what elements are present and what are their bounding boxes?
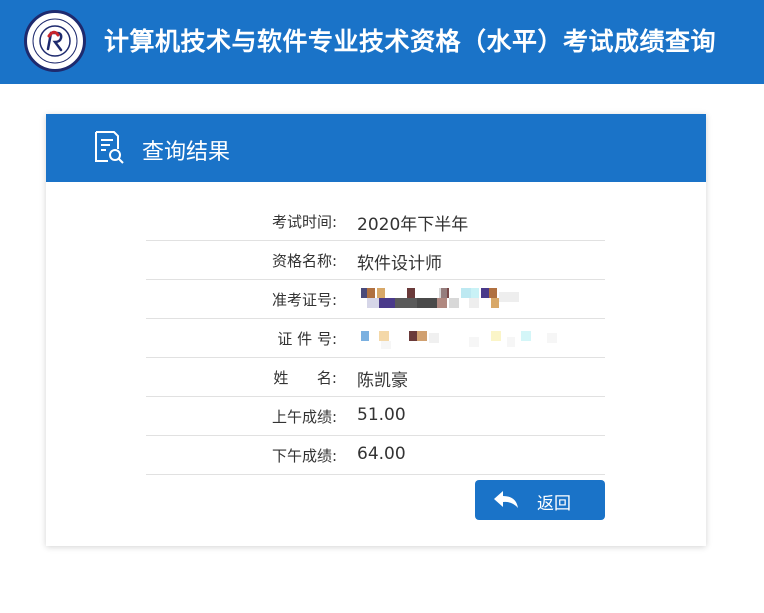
row-label: 准考证号:: [271, 291, 337, 309]
top-banner: 计算机技术与软件专业技术资格（水平）考试成绩查询: [0, 0, 764, 84]
back-arrow-icon: [493, 490, 519, 514]
row-label: 证 件 号:: [277, 330, 337, 348]
result-card-title: 查询结果: [142, 140, 231, 165]
pixelated-id-number: [357, 325, 577, 351]
pixelated-admission-number: [357, 286, 577, 312]
row-label: 资格名称:: [271, 252, 337, 270]
row-value: 陈凯豪: [357, 371, 408, 391]
site-title: 计算机技术与软件专业技术资格（水平）考试成绩查询: [104, 27, 717, 56]
row-value: 51.00: [357, 405, 406, 425]
result-card-header: 查询结果: [46, 114, 706, 182]
row-afternoon-score: 下午成绩: 64.00: [146, 436, 605, 475]
exam-seal-logo: [24, 10, 86, 72]
result-card: 查询结果 考试时间: 2020年下半年 资格名称: 软件设计师 准考证号: 证 …: [46, 114, 706, 546]
row-label: 上午成绩:: [271, 408, 337, 426]
row-label: 下午成绩:: [271, 447, 337, 465]
row-morning-score: 上午成绩: 51.00: [146, 397, 605, 436]
document-search-icon: [90, 129, 126, 169]
back-button[interactable]: 返回: [475, 480, 605, 520]
row-value: 软件设计师: [357, 254, 442, 274]
row-admission-number: 准考证号:: [146, 280, 605, 319]
row-label: 姓 名:: [273, 369, 337, 387]
row-value: 64.00: [357, 444, 406, 464]
row-id-number: 证 件 号:: [146, 319, 605, 358]
row-label: 考试时间:: [271, 213, 337, 231]
back-button-label: 返回: [537, 494, 571, 514]
row-name: 姓 名: 陈凯豪: [146, 358, 605, 397]
row-qualification: 资格名称: 软件设计师: [146, 241, 605, 280]
row-value: 2020年下半年: [357, 215, 469, 235]
row-exam-time: 考试时间: 2020年下半年: [146, 202, 605, 241]
